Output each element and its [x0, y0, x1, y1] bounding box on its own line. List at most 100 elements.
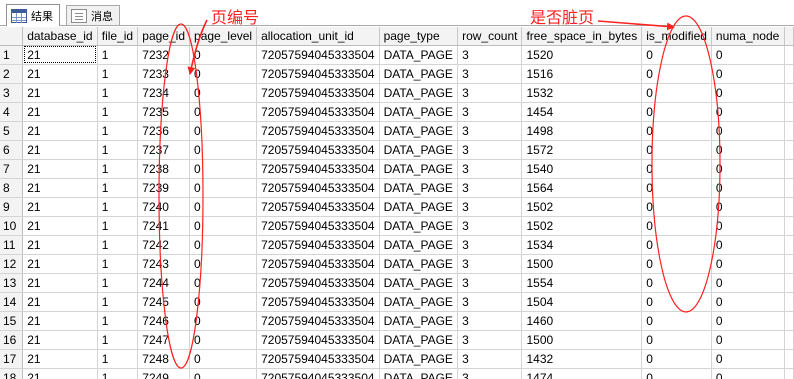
- cell-numa-node[interactable]: 0: [711, 216, 786, 236]
- cell-database-id[interactable]: 21: [22, 45, 98, 65]
- cell-free-space-in-bytes[interactable]: 1500: [521, 330, 643, 350]
- cell-numa-node[interactable]: 0: [711, 178, 786, 198]
- cell-page-type[interactable]: DATA_PAGE: [379, 311, 459, 331]
- cell-file-id[interactable]: 1: [97, 45, 139, 65]
- cell-page-level[interactable]: 0: [189, 178, 258, 198]
- row-number[interactable]: 1: [0, 45, 24, 65]
- row-number[interactable]: 8: [0, 178, 24, 198]
- cell-database-id[interactable]: 21: [22, 159, 98, 179]
- cell-page-type[interactable]: DATA_PAGE: [379, 254, 459, 274]
- cell-numa-node[interactable]: 0: [711, 83, 786, 103]
- cell-numa-node[interactable]: 0: [711, 330, 786, 350]
- table-row[interactable]: 4 21 1 7235 0 72057594045333504 DATA_PAGE 3 1454…: [0, 102, 794, 122]
- row-number[interactable]: 5: [0, 121, 24, 141]
- cell-file-id[interactable]: 1: [97, 121, 139, 141]
- cell-page-id[interactable]: 7246: [137, 311, 191, 331]
- row-number[interactable]: 3: [0, 83, 24, 103]
- cell-is-modified[interactable]: 0: [641, 45, 712, 65]
- cell-row-count[interactable]: 3: [457, 45, 523, 65]
- row-number[interactable]: 15: [0, 311, 24, 331]
- cell-database-id[interactable]: 21: [22, 368, 98, 379]
- cell-row-count[interactable]: 3: [457, 330, 523, 350]
- cell-page-level[interactable]: 0: [189, 197, 258, 217]
- table-row[interactable]: 8 21 1 7239 0 72057594045333504 DATA_PAGE 3 1564…: [0, 178, 794, 198]
- cell-page-level[interactable]: 0: [189, 330, 258, 350]
- cell-file-id[interactable]: 1: [97, 64, 139, 84]
- cell-is-modified[interactable]: 0: [641, 197, 712, 217]
- cell-numa-node[interactable]: 0: [711, 121, 786, 141]
- row-number[interactable]: 16: [0, 330, 24, 350]
- cell-free-space-in-bytes[interactable]: 1534: [521, 235, 643, 255]
- row-number[interactable]: 7: [0, 159, 24, 179]
- cell-row-count[interactable]: 3: [457, 235, 523, 255]
- cell-is-modified[interactable]: 0: [641, 292, 712, 312]
- cell-row-count[interactable]: 3: [457, 159, 523, 179]
- cell-page-id[interactable]: 7249: [137, 368, 191, 379]
- cell-page-type[interactable]: DATA_PAGE: [379, 349, 459, 369]
- cell-is-modified[interactable]: 0: [641, 102, 712, 122]
- cell-page-level[interactable]: 0: [189, 311, 258, 331]
- cell-row-count[interactable]: 3: [457, 254, 523, 274]
- table-row[interactable]: 13 21 1 7244 0 72057594045333504 DATA_PAGE 3 155…: [0, 273, 794, 293]
- cell-row-count[interactable]: 3: [457, 178, 523, 198]
- cell-numa-node[interactable]: 0: [711, 102, 786, 122]
- cell-page-level[interactable]: 0: [189, 349, 258, 369]
- cell-free-space-in-bytes[interactable]: 1454: [521, 102, 643, 122]
- cell-row-count[interactable]: 3: [457, 102, 523, 122]
- row-number[interactable]: 13: [0, 273, 24, 293]
- cell-free-space-in-bytes[interactable]: 1502: [521, 197, 643, 217]
- cell-page-type[interactable]: DATA_PAGE: [379, 292, 459, 312]
- cell-free-space-in-bytes[interactable]: 1520: [521, 45, 643, 65]
- cell-page-type[interactable]: DATA_PAGE: [379, 159, 459, 179]
- cell-row-count[interactable]: 3: [457, 292, 523, 312]
- cell-database-id[interactable]: 21: [22, 178, 98, 198]
- cell-allocation-unit-id[interactable]: 72057594045333504: [256, 254, 380, 274]
- cell-page-id[interactable]: 7234: [137, 83, 191, 103]
- cell-is-modified[interactable]: 0: [641, 121, 712, 141]
- cell-is-modified[interactable]: 0: [641, 349, 712, 369]
- cell-database-id[interactable]: 21: [22, 64, 98, 84]
- cell-free-space-in-bytes[interactable]: 1540: [521, 159, 643, 179]
- column-header-free-space-in-bytes[interactable]: free_space_in_bytes: [521, 27, 643, 46]
- cell-free-space-in-bytes[interactable]: 1502: [521, 216, 643, 236]
- cell-page-id[interactable]: 7233: [137, 64, 191, 84]
- cell-is-modified[interactable]: 0: [641, 83, 712, 103]
- cell-page-type[interactable]: DATA_PAGE: [379, 102, 459, 122]
- cell-file-id[interactable]: 1: [97, 159, 139, 179]
- cell-database-id[interactable]: 21: [22, 121, 98, 141]
- cell-allocation-unit-id[interactable]: 72057594045333504: [256, 83, 380, 103]
- cell-file-id[interactable]: 1: [97, 292, 139, 312]
- column-header-page-level[interactable]: page_level: [189, 27, 258, 46]
- cell-page-type[interactable]: DATA_PAGE: [379, 216, 459, 236]
- cell-row-count[interactable]: 3: [457, 83, 523, 103]
- cell-allocation-unit-id[interactable]: 72057594045333504: [256, 349, 380, 369]
- cell-database-id[interactable]: 21: [22, 349, 98, 369]
- column-header-file-id[interactable]: file_id: [97, 27, 139, 46]
- row-number[interactable]: 17: [0, 349, 24, 369]
- cell-allocation-unit-id[interactable]: 72057594045333504: [256, 368, 380, 379]
- cell-free-space-in-bytes[interactable]: 1532: [521, 83, 643, 103]
- cell-page-level[interactable]: 0: [189, 102, 258, 122]
- cell-free-space-in-bytes[interactable]: 1554: [521, 273, 643, 293]
- cell-page-type[interactable]: DATA_PAGE: [379, 273, 459, 293]
- cell-is-modified[interactable]: 0: [641, 159, 712, 179]
- table-row[interactable]: 6 21 1 7237 0 72057594045333504 DATA_PAGE 3 1572…: [0, 140, 794, 160]
- cell-is-modified[interactable]: 0: [641, 368, 712, 379]
- cell-page-id[interactable]: 7235: [137, 102, 191, 122]
- cell-row-count[interactable]: 3: [457, 140, 523, 160]
- cell-file-id[interactable]: 1: [97, 254, 139, 274]
- cell-numa-node[interactable]: 0: [711, 64, 786, 84]
- cell-is-modified[interactable]: 0: [641, 216, 712, 236]
- cell-page-level[interactable]: 0: [189, 292, 258, 312]
- cell-page-level[interactable]: 0: [189, 159, 258, 179]
- cell-allocation-unit-id[interactable]: 72057594045333504: [256, 273, 380, 293]
- cell-allocation-unit-id[interactable]: 72057594045333504: [256, 197, 380, 217]
- cell-database-id[interactable]: 21: [22, 216, 98, 236]
- cell-file-id[interactable]: 1: [97, 216, 139, 236]
- cell-file-id[interactable]: 1: [97, 140, 139, 160]
- cell-allocation-unit-id[interactable]: 72057594045333504: [256, 292, 380, 312]
- cell-page-type[interactable]: DATA_PAGE: [379, 368, 459, 379]
- table-row[interactable]: 10 21 1 7241 0 72057594045333504 DATA_PAGE 3 150…: [0, 216, 794, 236]
- cell-row-count[interactable]: 3: [457, 216, 523, 236]
- cell-row-count[interactable]: 3: [457, 368, 523, 379]
